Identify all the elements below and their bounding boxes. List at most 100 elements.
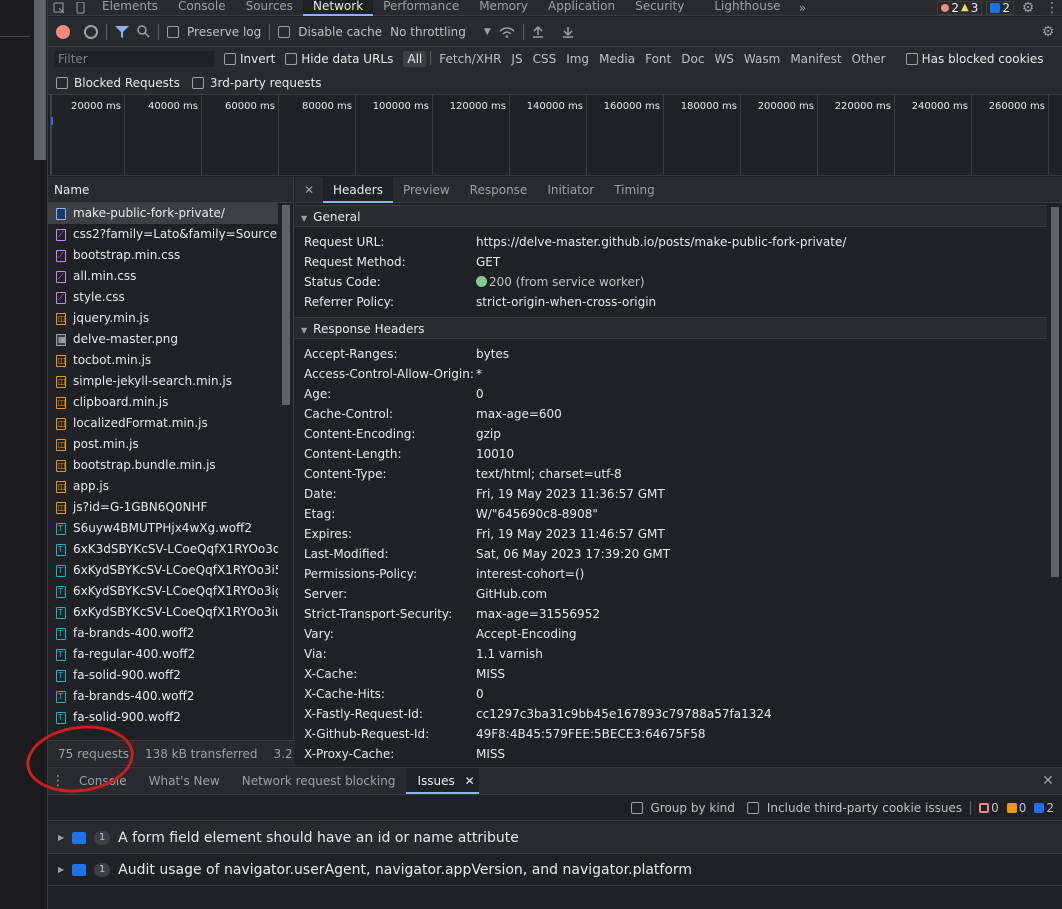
network-settings-gear-icon[interactable]: ⚙ [1034,24,1062,40]
tab-console[interactable]: Console [168,0,236,16]
message-counter[interactable]: 2 [986,0,1014,15]
group-by-kind-checkbox[interactable] [630,801,643,814]
invert-checkbox[interactable] [224,53,236,65]
page-scrollbar-thumb[interactable] [34,0,46,160]
request-row[interactable]: ◫ simple-jekyll-search.min.js [48,371,278,392]
has-blocked-cookies-checkbox[interactable] [905,53,918,65]
header-value[interactable]: Sat, 06 May 2023 17:39:20 GMT [476,544,670,564]
filter-input[interactable]: Filter [54,51,214,67]
request-row[interactable]: ◫ clipboard.min.js [48,392,278,413]
header-value[interactable]: cc1297c3ba31c9bb45e167893c79788a57fa1324 [476,704,772,724]
device-toolbar-icon[interactable] [70,1,92,14]
filter-funnel-icon[interactable] [115,25,129,38]
header-value[interactable]: Fri, 19 May 2023 11:46:57 GMT [476,524,665,544]
header-value[interactable]: 10010 [476,444,514,464]
close-detail-icon[interactable]: ✕ [295,183,323,197]
filter-type-doc[interactable]: Doc [677,51,708,67]
drawer-tab-network-request-blocking[interactable]: Network request blocking [231,768,407,794]
tab-network[interactable]: Network [303,0,374,16]
blocked-requests-checkbox[interactable] [56,76,68,89]
request-row[interactable]: T 6xKydSBYKcSV-LCoeQqfX1RYOo3i54rv [48,560,278,581]
filter-type-media[interactable]: Media [595,51,639,67]
header-value[interactable]: Accept-Encoding [476,624,577,644]
header-value[interactable]: Fri, 19 May 2023 11:36:57 GMT [476,484,665,504]
third-party-checkbox[interactable] [191,76,204,89]
header-value[interactable]: bytes [476,344,509,364]
preserve-log-checkbox[interactable] [167,25,179,38]
request-row[interactable]: Tfa-brands-400.woff2 [48,623,278,644]
issue-row[interactable]: ▶ 1 A form field element should have an … [48,822,1062,854]
response-headers-section-header[interactable]: ▼ Response Headers [295,317,1047,339]
request-row[interactable]: T S6uyw4BMUTPHjx4wXg.woff2 [48,518,278,539]
tab-sources[interactable]: Sources [236,0,303,16]
request-row[interactable]: ◫ post.min.js [48,434,278,455]
detail-scrollbar-thumb[interactable] [1051,207,1059,577]
tab-timing[interactable]: Timing [604,177,665,203]
header-value[interactable]: GET [476,252,500,272]
tab-elements[interactable]: Elements [92,0,168,16]
hide-data-urls-checkbox[interactable] [285,53,298,65]
request-row[interactable]: T 6xK3dSBYKcSV-LCoeQqfX1RYOo3qOK [48,539,278,560]
request-row[interactable]: ⟋ css2?family=Lato&family=Source+Sans [48,224,278,245]
header-value[interactable]: 0 [476,684,484,704]
request-row[interactable]: ◫ localizedFormat.min.js [48,413,278,434]
filter-type-css[interactable]: CSS [529,51,561,67]
settings-gear-icon[interactable]: ⚙ [1014,0,1042,16]
more-tabs-icon[interactable]: » [791,1,815,15]
header-value[interactable]: * [476,364,482,384]
general-section-header[interactable]: ▼ General [295,205,1047,227]
request-list-scrollbar-thumb[interactable] [282,205,290,405]
drawer-tab-whats-new[interactable]: What's New [138,768,231,794]
include-third-party-checkbox[interactable] [746,801,759,814]
filter-type-img[interactable]: Img [562,51,593,67]
header-value[interactable]: max-age=600 [476,404,562,424]
tab-performance[interactable]: Performance [373,0,469,16]
header-value[interactable]: MISS [476,664,505,684]
close-issues-tab-icon[interactable]: ✕ [465,774,475,788]
tab-preview[interactable]: Preview [393,177,460,203]
close-drawer-icon[interactable]: ✕ [1034,773,1062,789]
tab-lighthouse[interactable]: Lighthouse [694,0,790,16]
header-value[interactable]: 0 [476,384,484,404]
header-value[interactable]: 49F8:4B45:579FEE:5BECE3:64675F58 [476,724,705,744]
request-row[interactable]: Tfa-regular-400.woff2 [48,644,278,665]
request-list-scrollbar[interactable]: ▼ [280,205,292,749]
throttling-select[interactable]: No throttling [390,25,466,39]
tab-memory[interactable]: Memory [469,0,538,16]
request-row[interactable]: ◫ tocbot.min.js [48,350,278,371]
request-row[interactable]: Tfa-brands-400.woff2 [48,686,278,707]
request-row[interactable]: ⟋ all.min.css [48,266,278,287]
issue-row[interactable]: ▶ 1 Audit usage of navigator.userAgent, … [48,854,1062,886]
search-icon[interactable] [137,25,150,38]
filter-type-fetch-xhr[interactable]: Fetch/XHR [435,51,505,67]
filter-type-all[interactable]: All [403,51,427,67]
disable-cache-checkbox[interactable] [278,25,291,38]
timeline-overview[interactable]: 20000 ms 40000 ms 60000 ms 80000 ms 100000 m… [48,95,1062,176]
request-row[interactable]: ◫ jquery.min.js [48,308,278,329]
request-row[interactable]: ▦ delve-master.png [48,329,278,350]
header-value[interactable]: max-age=31556952 [476,604,600,624]
tab-initiator[interactable]: Initiator [537,177,604,203]
request-row[interactable]: ◫ js?id=G-1GBN6Q0NHF [48,497,278,518]
header-value[interactable]: https://delve-master.github.io/posts/mak… [476,232,846,252]
header-value[interactable]: MISS [476,744,505,764]
request-row[interactable]: T 6xKydSBYKcSV-LCoeQqfX1RYOo3iu4n. [48,602,278,623]
request-row[interactable]: ◫ app.js [48,476,278,497]
header-value[interactable]: GitHub.com [476,584,547,604]
header-value[interactable]: 1.1 varnish [476,644,543,664]
filter-type-font[interactable]: Font [641,51,675,67]
kebab-menu-icon[interactable]: ⋮ [1042,0,1062,16]
name-column-header[interactable]: Name [48,177,293,203]
filter-type-js[interactable]: JS [507,51,526,67]
import-har-icon[interactable] [532,25,544,38]
request-row[interactable]: ⟋ bootstrap.min.css [48,245,278,266]
request-row[interactable]: ◫ bootstrap.bundle.min.js [48,455,278,476]
network-conditions-icon[interactable] [499,26,515,38]
tab-application[interactable]: Application [538,0,625,16]
tab-response[interactable]: Response [460,177,538,203]
detail-scrollbar[interactable] [1048,205,1061,763]
record-icon[interactable] [56,24,70,39]
header-value[interactable]: gzip [476,424,501,444]
error-warning-counter[interactable]: 2 ▲ 3 [937,0,983,15]
tab-security[interactable]: Security [625,0,694,16]
